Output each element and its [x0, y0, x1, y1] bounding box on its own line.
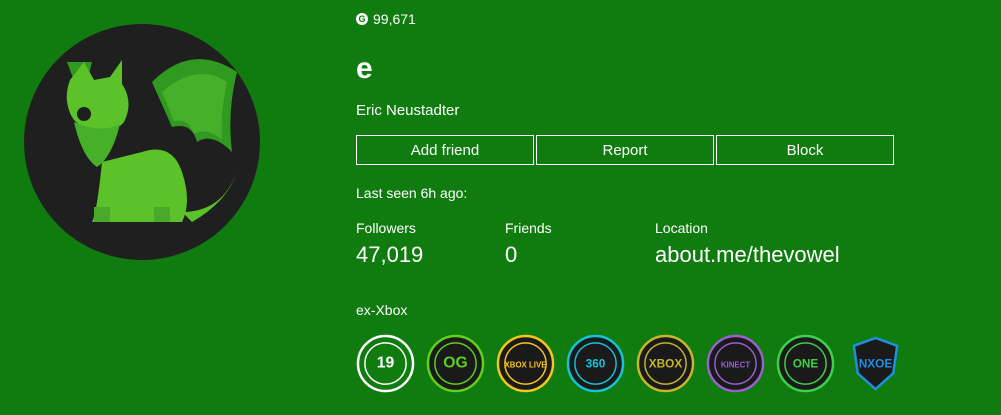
bio: ex-Xbox [356, 302, 408, 318]
friends-value: 0 [505, 242, 518, 267]
dragon-avatar-icon [24, 24, 260, 260]
gamerscore-value: 99,671 [373, 11, 416, 27]
og-launch-team-badge-icon[interactable]: OG [426, 334, 485, 393]
add-friend-button[interactable]: Add friend [356, 135, 534, 165]
report-button[interactable]: Report [536, 135, 714, 165]
19-year-badge-icon[interactable]: 19 [356, 334, 415, 393]
svg-text:XBOX LIVE: XBOX LIVE [505, 360, 547, 369]
360-launch-team-badge-icon[interactable]: 360 [566, 334, 625, 393]
profile-actions: Add friend Report Block [356, 135, 896, 165]
followers-stat[interactable]: Followers 47,019 [356, 220, 423, 268]
svg-text:NXOE: NXOE [859, 356, 893, 370]
friends-stat[interactable]: Friends 0 [505, 220, 552, 268]
followers-value: 47,019 [356, 242, 424, 267]
svg-text:ONE: ONE [793, 356, 819, 370]
svg-text:360: 360 [586, 356, 606, 370]
gamertag: e [356, 52, 373, 85]
nxoe-badge-icon[interactable]: NXOE [846, 334, 905, 393]
followers-label: Followers [356, 220, 416, 236]
svg-text:XBOX: XBOX [649, 356, 683, 370]
one-launch-team-badge-icon[interactable]: ONE [776, 334, 835, 393]
gamerscore: G 99,671 [356, 11, 416, 27]
xbox-live-launch-team-badge-icon[interactable]: XBOX LIVE [496, 334, 555, 393]
real-name: Eric Neustadter [356, 102, 460, 119]
location-label: Location [655, 220, 708, 236]
avatar [22, 22, 262, 262]
svg-text:KINECT: KINECT [721, 360, 750, 369]
gamerscore-icon: G [356, 13, 368, 25]
svg-text:19: 19 [377, 354, 395, 371]
friends-label: Friends [505, 220, 552, 236]
location-value[interactable]: about.me/thevowel [655, 242, 840, 268]
badge-list: 19 OG XBOX LIVE 360 XBOX KINECT ONE NXOE [356, 334, 905, 393]
svg-text:OG: OG [443, 354, 467, 371]
kinect-launch-team-badge-icon[interactable]: KINECT [706, 334, 765, 393]
last-seen: Last seen 6h ago: [356, 185, 468, 201]
block-button[interactable]: Block [716, 135, 894, 165]
new-xbox-experience-badge-icon[interactable]: XBOX [636, 334, 695, 393]
location-stat: Location about.me/thevowel [655, 220, 840, 268]
